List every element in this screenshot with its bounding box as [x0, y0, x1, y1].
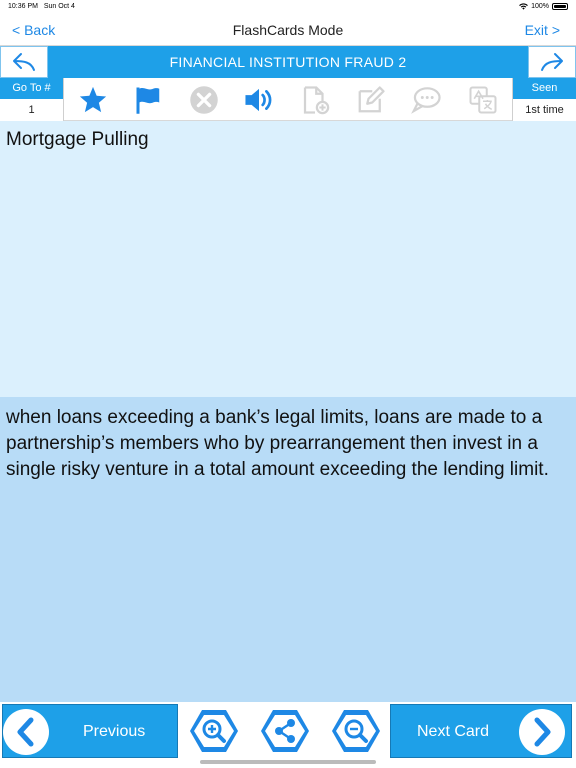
forward-arrow-icon: [541, 53, 563, 71]
edit-card-button[interactable]: [355, 84, 387, 116]
comment-button[interactable]: [410, 84, 442, 116]
exit-button[interactable]: Exit >: [525, 22, 560, 38]
seen-indicator: Seen 1st time: [512, 78, 576, 121]
deck-title-bar: FINANCIAL INSTITUTION FRAUD 2: [0, 46, 576, 78]
flag-icon: [136, 87, 160, 114]
zoom-out-button[interactable]: [330, 706, 382, 756]
battery-icon: [552, 3, 568, 10]
goto-card-control[interactable]: Go To # 1: [0, 78, 64, 121]
status-time: 10:36 PM Sun Oct 4: [8, 3, 75, 10]
favorite-button[interactable]: [77, 84, 109, 116]
next-card-button[interactable]: Next Card: [390, 704, 572, 758]
next-deck-button[interactable]: [528, 46, 576, 78]
previous-circle: [3, 709, 49, 755]
zoom-out-icon: [332, 710, 380, 752]
bottom-navigation: Previous Next Card: [0, 702, 576, 758]
navigation-bar: < Back FlashCards Mode Exit >: [0, 14, 576, 46]
translate-button[interactable]: [467, 84, 499, 116]
seen-label: Seen: [513, 78, 576, 99]
battery-percent: 100%: [531, 3, 549, 10]
seen-value: 1st time: [513, 99, 576, 121]
card-answer-panel[interactable]: when loans exceeding a bank’s legal limi…: [0, 397, 576, 702]
flag-button[interactable]: [132, 84, 164, 116]
previous-deck-button[interactable]: [0, 46, 48, 78]
home-indicator[interactable]: [200, 760, 376, 764]
speaker-icon: [245, 88, 272, 112]
translate-icon: [469, 86, 497, 114]
chat-icon: [411, 87, 441, 114]
reply-arrow-icon: [13, 53, 35, 71]
add-file-icon: [303, 86, 330, 115]
remove-card-button[interactable]: [188, 84, 220, 116]
add-note-button[interactable]: [299, 84, 331, 116]
card-answer: when loans exceeding a bank’s legal limi…: [6, 407, 549, 480]
share-icon: [261, 710, 309, 752]
status-right: 100%: [519, 3, 568, 10]
edit-icon: [358, 86, 385, 113]
status-bar: 10:36 PM Sun Oct 4 100%: [0, 0, 576, 14]
chevron-right-icon: [534, 717, 551, 747]
share-button[interactable]: [259, 706, 311, 756]
chevron-left-icon: [17, 717, 34, 747]
close-circle-icon: [190, 86, 218, 114]
wifi-icon: [519, 3, 528, 10]
speak-button[interactable]: [243, 84, 275, 116]
zoom-in-icon: [190, 710, 238, 752]
previous-card-button[interactable]: Previous: [2, 704, 178, 758]
deck-title: FINANCIAL INSTITUTION FRAUD 2: [169, 54, 407, 70]
zoom-in-button[interactable]: [188, 706, 240, 756]
star-icon: [79, 86, 107, 113]
card-toolbar: Go To # 1 Seen 1st time: [0, 78, 576, 121]
goto-value[interactable]: 1: [0, 99, 63, 121]
card-question: Mortgage Pulling: [6, 129, 149, 150]
next-label: Next Card: [417, 723, 490, 740]
page-title: FlashCards Mode: [232, 22, 344, 38]
previous-label: Previous: [83, 723, 146, 740]
next-circle: [519, 709, 565, 755]
card-question-panel[interactable]: Mortgage Pulling: [0, 121, 576, 397]
goto-label: Go To #: [0, 78, 63, 99]
